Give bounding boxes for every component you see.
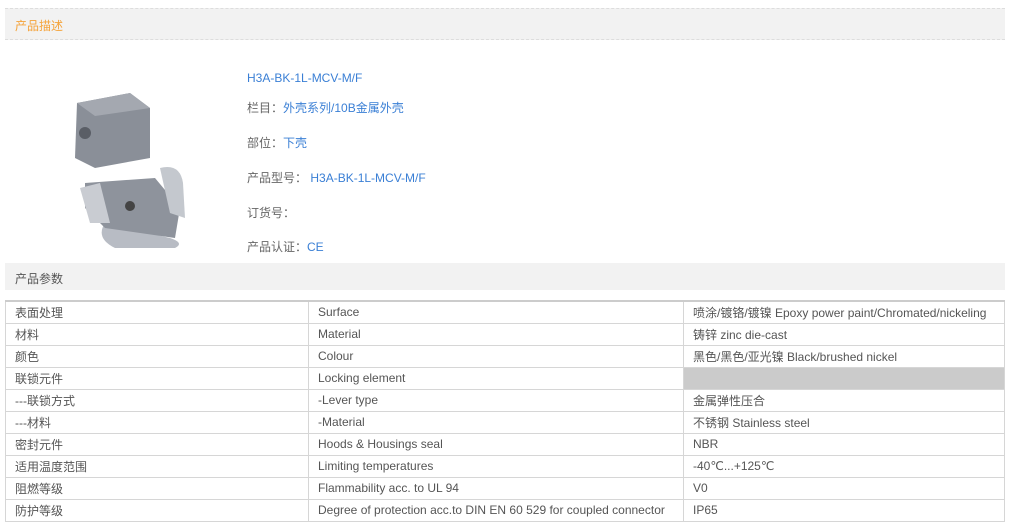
- param-value: 金属弹性压合: [683, 388, 1005, 412]
- param-value: 不锈钢 Stainless steel: [683, 410, 1005, 434]
- category-link[interactable]: 外壳系列/10B金属外壳: [283, 101, 404, 115]
- position-label: 部位：: [247, 136, 284, 150]
- param-name-en: -Material: [308, 410, 684, 434]
- param-value: -40℃...+125℃: [683, 454, 1005, 478]
- param-value: 黑色/黑色/亚光镍 Black/brushed nickel: [683, 344, 1005, 368]
- param-name-cn: 阻燃等级: [5, 476, 309, 500]
- param-name-en: Locking element: [308, 366, 684, 390]
- param-value: 铸锌 zinc die-cast: [683, 322, 1005, 346]
- cert-label: 产品认证：: [247, 240, 308, 254]
- category-row: 栏目：外壳系列/10B金属外壳: [247, 99, 404, 116]
- model-label: 产品型号：: [247, 171, 308, 185]
- product-description-header: 产品描述: [5, 8, 1005, 40]
- param-name-cn: 表面处理: [5, 300, 309, 324]
- model-row: 产品型号： H3A-BK-1L-MCV-M/F: [247, 169, 426, 186]
- position-link[interactable]: 下壳: [283, 136, 307, 150]
- param-value: V0: [683, 476, 1005, 500]
- product-title-link[interactable]: H3A-BK-1L-MCV-M/F: [247, 71, 362, 85]
- param-name-cn: 密封元件: [5, 432, 309, 456]
- table-row: 颜色 Colour 黑色/黑色/亚光镍 Black/brushed nickel: [5, 344, 1005, 368]
- param-name-cn: 适用温度范围: [5, 454, 309, 478]
- param-name-en: Surface: [308, 300, 684, 324]
- param-name-en: Degree of protection acc.to DIN EN 60 52…: [308, 498, 684, 522]
- param-name-cn: 联锁元件: [5, 366, 309, 390]
- param-name-cn: 颜色: [5, 344, 309, 368]
- table-row: 阻燃等级 Flammability acc. to UL 94 V0: [5, 476, 1005, 500]
- param-name-en: Flammability acc. to UL 94: [308, 476, 684, 500]
- table-row: 防护等级 Degree of protection acc.to DIN EN 6…: [5, 498, 1005, 522]
- product-title[interactable]: H3A-BK-1L-MCV-M/F: [247, 71, 362, 85]
- table-row: ---联锁方式 -Lever type 金属弹性压合: [5, 388, 1005, 412]
- param-value: 喷涂/镀铬/镀镍 Epoxy power paint/Chromated/nic…: [683, 300, 1005, 324]
- param-name-cn: 防护等级: [5, 498, 309, 522]
- param-value: IP65: [683, 498, 1005, 522]
- params-table: 表面处理 Surface 喷涂/镀铬/镀镍 Epoxy power paint/Ch…: [5, 300, 1005, 522]
- product-image: [75, 93, 185, 248]
- table-row: 材料 Material 铸锌 zinc die-cast: [5, 322, 1005, 346]
- param-name-cn: ---材料: [5, 410, 309, 434]
- order-row: 订货号：: [247, 204, 295, 221]
- table-row: 表面处理 Surface 喷涂/镀铬/镀镍 Epoxy power paint/Ch…: [5, 300, 1005, 324]
- param-name-en: Limiting temperatures: [308, 454, 684, 478]
- order-label: 订货号：: [247, 206, 296, 220]
- param-name-en: Hoods & Housings seal: [308, 432, 684, 456]
- param-name-en: -Lever type: [308, 388, 684, 412]
- cert-value: CE: [307, 240, 324, 254]
- param-name-en: Material: [308, 322, 684, 346]
- table-row: ---材料 -Material 不锈钢 Stainless steel: [5, 410, 1005, 434]
- table-row: 适用温度范围 Limiting temperatures -40℃...+125℃: [5, 454, 1005, 478]
- category-label: 栏目：: [247, 101, 284, 115]
- product-params-header: 产品参数: [5, 263, 1005, 290]
- param-name-cn: ---联锁方式: [5, 388, 309, 412]
- param-value: [683, 366, 1005, 390]
- param-name-cn: 材料: [5, 322, 309, 346]
- section-title: 产品描述: [15, 19, 64, 33]
- model-value: H3A-BK-1L-MCV-M/F: [310, 171, 426, 185]
- param-value: NBR: [683, 432, 1005, 456]
- table-row: 联锁元件 Locking element: [5, 366, 1005, 390]
- table-row: 密封元件 Hoods & Housings seal NBR: [5, 432, 1005, 456]
- param-name-en: Colour: [308, 344, 684, 368]
- position-row: 部位：下壳: [247, 134, 307, 151]
- section-title: 产品参数: [15, 272, 64, 286]
- cert-row: 产品认证：CE: [247, 238, 324, 255]
